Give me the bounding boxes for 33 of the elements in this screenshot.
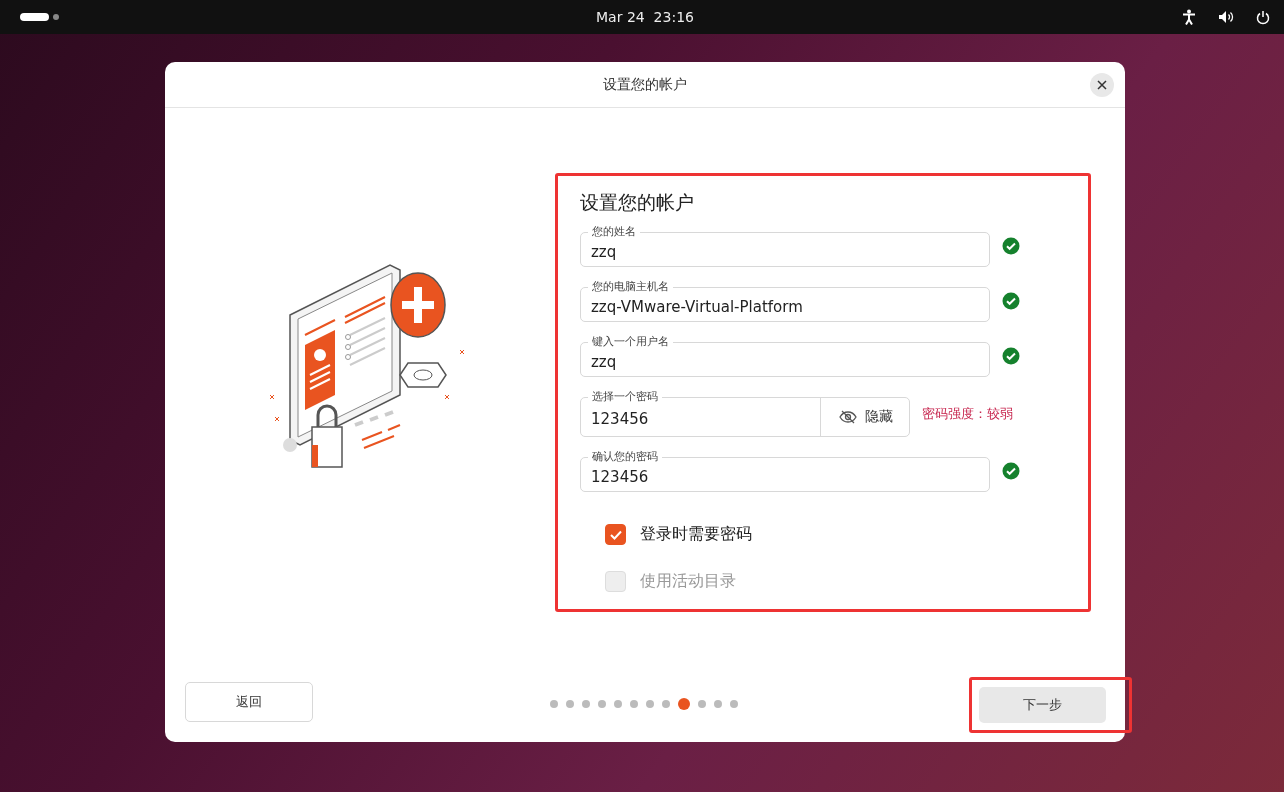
input-field[interactable]: 您的电脑主机名 zzq-VMware-Virtual-Platform (580, 280, 990, 322)
field-label: 您的电脑主机名 (588, 280, 673, 293)
accessibility-icon[interactable] (1182, 9, 1196, 25)
form-heading: 设置您的帐户 (580, 190, 695, 215)
checkbox-label: 登录时需要密码 (640, 524, 752, 545)
workspace-indicator-icon[interactable] (20, 12, 60, 22)
back-button[interactable]: 返回 (185, 682, 313, 722)
field-value: zzq-VMware-Virtual-Platform (590, 296, 804, 316)
hide-password-button[interactable]: 隐藏 (820, 397, 910, 437)
dialog-title: 设置您的帐户 (603, 75, 687, 94)
input-field[interactable]: 键入一个用户名 zzq (580, 335, 990, 377)
checkbox-label: 使用活动目录 (640, 571, 736, 592)
close-icon (1097, 80, 1107, 90)
close-button[interactable] (1090, 73, 1114, 97)
field-value: zzq (590, 241, 618, 261)
clock[interactable]: Mar 24 23:16 (596, 9, 694, 25)
checkbox[interactable] (605, 524, 626, 545)
power-icon[interactable] (1256, 9, 1270, 25)
input-field[interactable]: 确认您的密码 123456 (580, 450, 990, 492)
next-button[interactable]: 下一步 (979, 686, 1106, 723)
input-field[interactable]: 您的姓名 zzq (580, 225, 990, 267)
field-value: 123456 (590, 409, 650, 428)
password-field[interactable]: 选择一个密码 123456 隐藏 (580, 390, 910, 437)
check-icon (609, 529, 622, 540)
field-label: 确认您的密码 (588, 450, 662, 463)
eye-slash-icon (838, 410, 857, 424)
field-value: zzq (590, 351, 618, 371)
field-label: 键入一个用户名 (588, 335, 673, 348)
password-strength: 密码强度：较弱 (922, 404, 1013, 423)
volume-icon[interactable] (1218, 10, 1234, 24)
field-label: 您的姓名 (588, 225, 640, 238)
field-label: 选择一个密码 (588, 390, 662, 403)
field-value: 123456 (590, 466, 650, 486)
